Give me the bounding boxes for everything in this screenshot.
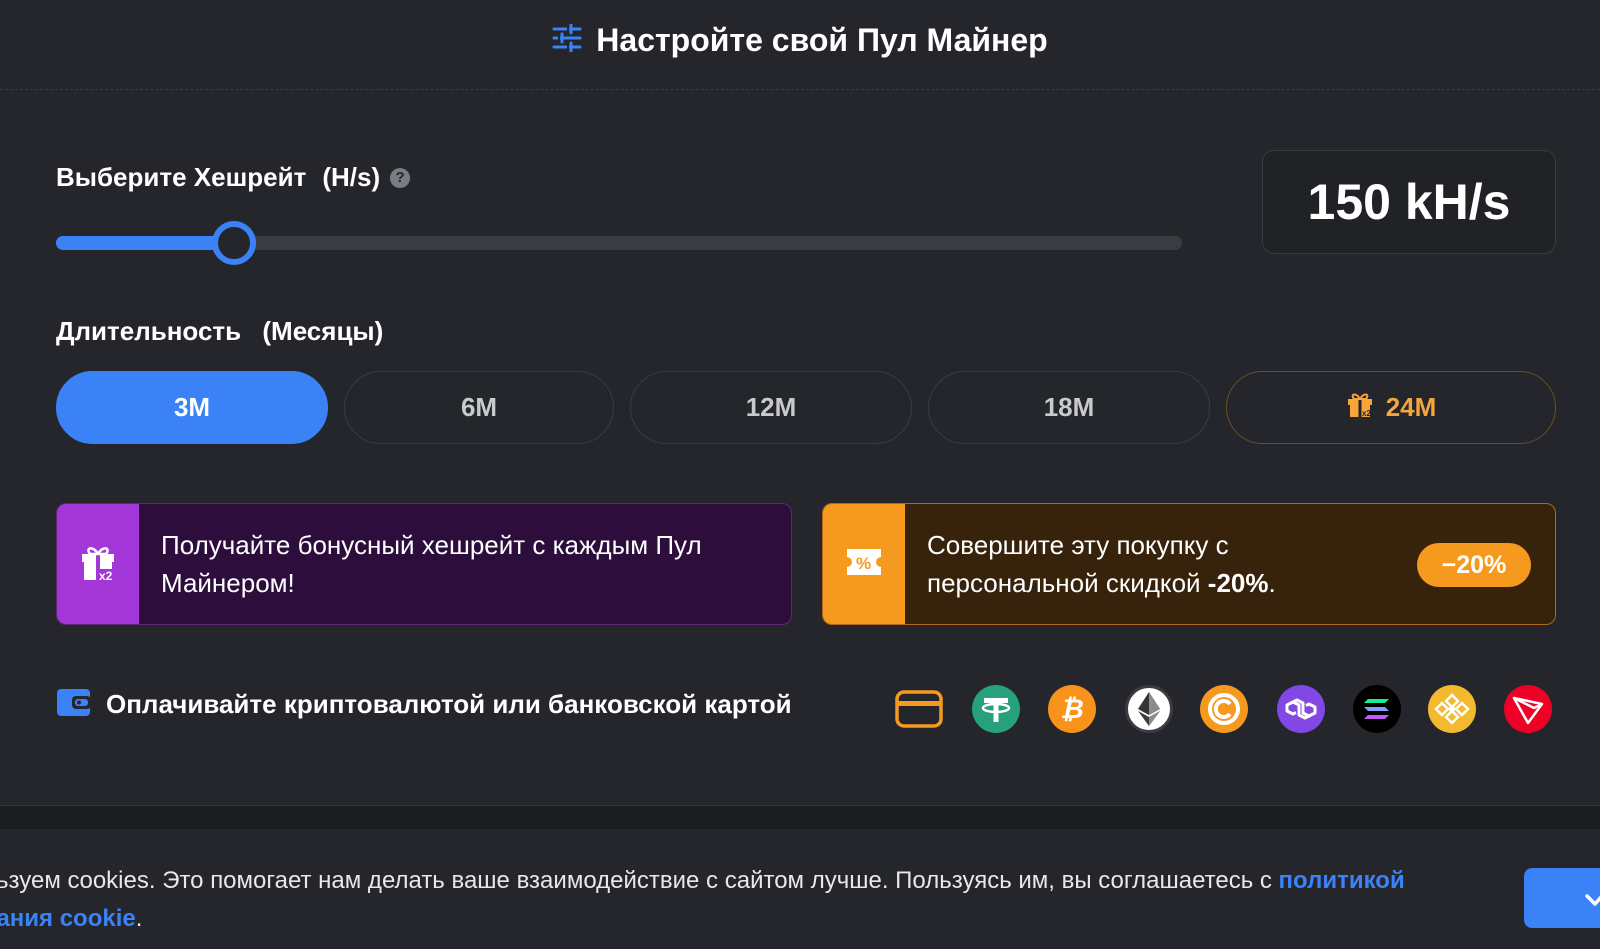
cookie-line-1-text: льзуем cookies. Это помогает нам делать … — [0, 867, 1279, 894]
cookie-banner: льзуем cookies. Это помогает нам делать … — [0, 829, 1600, 949]
hashrate-value-display: 150 kH/s — [1262, 150, 1556, 254]
duration-option-18m[interactable]: 18M — [928, 371, 1210, 444]
hashrate-label-text: Выберите Хешрейт — [56, 162, 307, 192]
duration-option-12m[interactable]: 12M — [630, 371, 912, 444]
discount-text: Совершите эту покупку с персональной ски… — [927, 526, 1385, 602]
duration-option-label: 24M — [1385, 392, 1437, 422]
duration-option-label: 3M — [173, 392, 211, 422]
cookie-line-2: вания cookie. — [0, 900, 1482, 938]
cookie-policy-link-cont[interactable]: вания cookie — [0, 905, 136, 932]
check-icon — [1584, 884, 1600, 913]
page-header: Настройте свой Пул Майнер — [0, 0, 1600, 90]
wallet-icon — [56, 686, 92, 723]
discount-text-bold: -20% — [1207, 568, 1269, 598]
tether-icon[interactable] — [972, 685, 1020, 733]
duration-option-label: 18M — [1043, 392, 1095, 422]
gift-x2-icon: x2 — [1346, 390, 1374, 425]
discount-text-prefix: Совершите эту покупку с персональной ски… — [927, 530, 1229, 598]
bnb-icon[interactable] — [1428, 685, 1476, 733]
payment-row: Оплачивайте криптовалютой или банковской… — [56, 686, 792, 723]
coin-c-icon[interactable] — [1200, 685, 1248, 733]
duration-option-3m[interactable]: 3M — [56, 371, 328, 444]
duration-label-text: Длительность — [56, 316, 242, 346]
hashrate-label: Выберите Хешрейт (H/s) ? — [56, 162, 411, 193]
svg-text:x2: x2 — [99, 569, 113, 582]
bank-card-icon[interactable] — [895, 685, 943, 733]
duration-option-label: 6M — [460, 392, 498, 422]
section-separator — [0, 805, 1600, 829]
svg-text:%: % — [856, 554, 871, 573]
duration-unit: (Месяцы) — [262, 316, 384, 346]
bitcoin-icon[interactable]: ₿ — [1048, 685, 1096, 733]
discount-ticket-icon: % — [845, 547, 883, 582]
duration-option-6m[interactable]: 6M — [344, 371, 614, 444]
bonus-hashrate-card: x2 Получайте бонусный хешрейт с каждым П… — [56, 503, 792, 625]
hashrate-unit: (H/s) — [322, 162, 381, 192]
ethereum-icon[interactable] — [1125, 685, 1173, 733]
page-title: Настройте свой Пул Майнер — [596, 22, 1048, 58]
cookie-line-2-text: . — [135, 905, 143, 932]
payment-label: Оплачивайте криптовалютой или банковской… — [106, 689, 792, 719]
sliders-icon — [552, 23, 582, 57]
bonus-card-text: Получайте бонусный хешрейт с каждым Пул … — [161, 530, 702, 598]
svg-text:x2: x2 — [1362, 409, 1371, 418]
bonus-card-icon-area: x2 — [57, 504, 139, 624]
cookie-line-1: льзуем cookies. Это помогает нам делать … — [0, 862, 1482, 900]
hashrate-slider[interactable] — [56, 221, 1182, 265]
slider-fill — [56, 236, 234, 250]
discount-card: % Совершите эту покупку с персональной с… — [822, 503, 1556, 625]
solana-icon[interactable] — [1353, 685, 1401, 733]
slider-thumb[interactable] — [211, 221, 256, 265]
duration-option-label: 12M — [745, 392, 797, 422]
discount-badge: −20% — [1417, 543, 1531, 587]
help-icon[interactable]: ? — [390, 167, 411, 188]
discount-card-icon-area: % — [823, 504, 905, 624]
polygon-icon[interactable] — [1277, 685, 1325, 733]
duration-option-24m[interactable]: x2 24M — [1226, 371, 1556, 444]
cookie-text: льзуем cookies. Это помогает нам делать … — [0, 862, 1482, 938]
header-inner: Настройте свой Пул Майнер — [552, 22, 1048, 59]
cookie-policy-link[interactable]: политикой — [1279, 867, 1405, 894]
gift-x2-icon: x2 — [80, 542, 116, 587]
discount-text-suffix: . — [1268, 568, 1276, 598]
cookie-accept-button[interactable] — [1524, 868, 1600, 928]
duration-label: Длительность (Месяцы) — [56, 316, 383, 347]
tron-icon[interactable] — [1504, 685, 1552, 733]
